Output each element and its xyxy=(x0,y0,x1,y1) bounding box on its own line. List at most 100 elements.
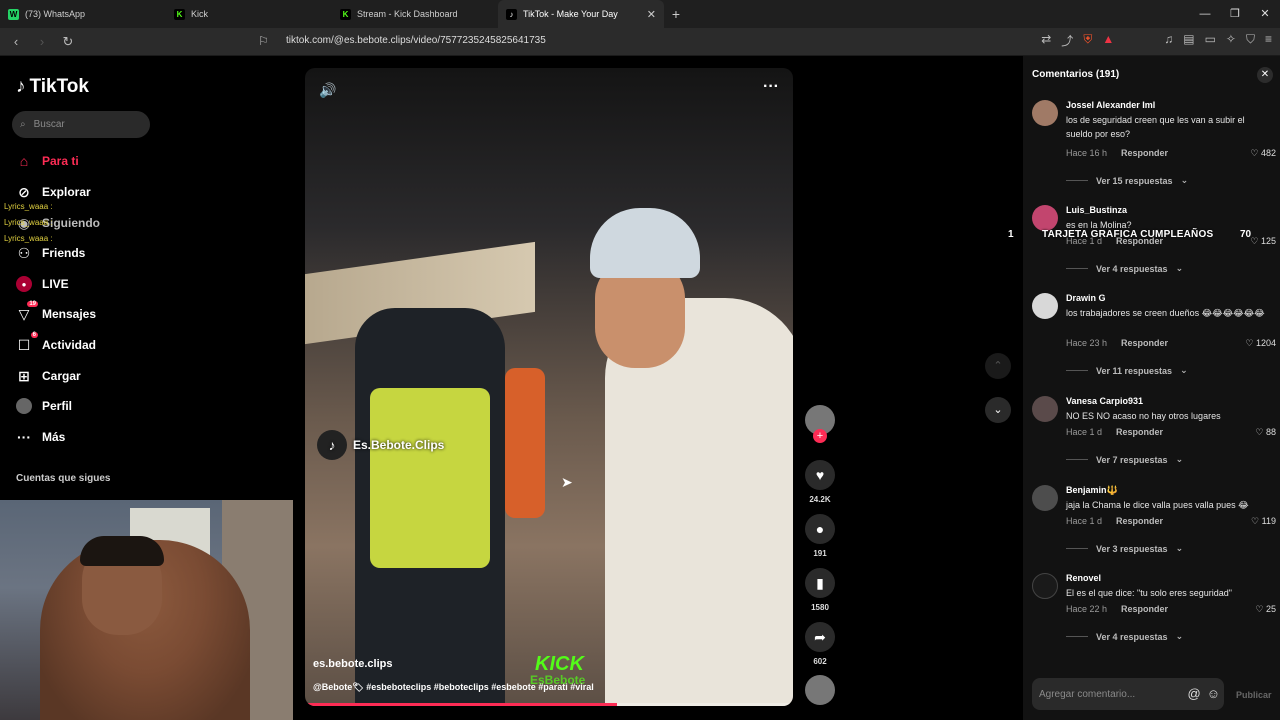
like-button[interactable]: ♥ 24.2K xyxy=(804,460,836,504)
follow-plus-icon[interactable]: + xyxy=(813,429,827,443)
tab-tiktok[interactable]: ♪ TikTok - Make Your Day ✕ xyxy=(498,0,664,28)
bookmark-icon[interactable]: ⚐ xyxy=(258,34,269,48)
video-author[interactable]: es.bebote.clips xyxy=(313,658,392,670)
search-input[interactable] xyxy=(33,119,134,130)
sidebar-item-para-ti[interactable]: ⌂ Para ti xyxy=(16,153,79,169)
sidebar-item-live[interactable]: ● LIVE xyxy=(16,276,69,292)
post-comment-button[interactable]: Publicar xyxy=(1236,690,1272,700)
close-icon[interactable]: ✕ xyxy=(1257,67,1273,83)
sidebar-item-label: LIVE xyxy=(42,277,69,291)
emoji-icon[interactable]: ☺ xyxy=(1207,686,1220,701)
reply-button[interactable]: Responder xyxy=(1121,604,1168,614)
new-tab-button[interactable]: + xyxy=(664,6,688,22)
sidebar-item-perfil[interactable]: Perfil xyxy=(16,398,72,414)
view-replies-button[interactable]: Ver 11 respuestas ⌄ xyxy=(1066,365,1188,376)
tab-whatsapp[interactable]: W (73) WhatsApp xyxy=(0,0,166,28)
rewards-icon[interactable]: ▲ xyxy=(1102,32,1114,49)
sidebar-item-explorar[interactable]: ⊘ Explorar xyxy=(16,184,91,200)
comment-username[interactable]: Renovel xyxy=(1066,573,1101,583)
video-scene-worker xyxy=(505,368,545,518)
avatar[interactable] xyxy=(1032,396,1058,422)
comment-like-button[interactable]: ♡ 482 xyxy=(1250,148,1276,159)
tiktok-icon: ♪ xyxy=(506,8,517,20)
divider xyxy=(1066,636,1088,637)
video-progress-bar[interactable] xyxy=(305,703,793,706)
close-window-icon[interactable]: ✕ xyxy=(1250,0,1280,28)
comment-input[interactable] xyxy=(1039,688,1179,700)
comment-username[interactable]: Luis_Bustinza xyxy=(1066,205,1127,215)
view-replies-button[interactable]: Ver 4 respuestas ⌄ xyxy=(1066,263,1183,274)
sidebar-item-cargar[interactable]: ⊞ Cargar xyxy=(16,368,81,384)
comment-like-button[interactable]: ♡ 88 xyxy=(1255,427,1276,438)
comment-button[interactable]: ● 191 xyxy=(804,514,836,558)
brave-shield-icon[interactable]: ⛨ xyxy=(1083,32,1092,49)
avatar[interactable] xyxy=(1032,100,1058,126)
tab-kick-dashboard[interactable]: K Stream - Kick Dashboard xyxy=(332,0,498,28)
watermark-text: Es.Bebote.Clips xyxy=(353,438,445,452)
comment-username[interactable]: Benjamin🔱 xyxy=(1066,485,1118,496)
sidebar-item-mas[interactable]: ··· Más xyxy=(16,429,65,445)
sidebar-item-mensajes[interactable]: ▽ 19 Mensajes xyxy=(16,301,96,322)
comment-like-button[interactable]: ♡ 119 xyxy=(1251,516,1276,527)
reply-button[interactable]: Responder xyxy=(1116,427,1163,437)
tiktok-logo[interactable]: ♪ TikTok xyxy=(16,76,89,98)
avatar[interactable] xyxy=(1032,573,1058,599)
translate-icon[interactable]: ⇄ xyxy=(1041,32,1051,49)
reply-button[interactable]: Responder xyxy=(1121,148,1168,158)
sidebar-item-actividad[interactable]: ☐ 6 Actividad xyxy=(16,332,96,353)
creator-avatar-button[interactable]: + xyxy=(804,405,836,443)
previous-video-button[interactable]: ⌃ xyxy=(985,353,1011,379)
video-scene-vest xyxy=(370,388,490,568)
share-count: 602 xyxy=(813,657,827,666)
vpn-icon[interactable]: ⛉ xyxy=(1246,32,1255,49)
messages-icon: ▽ 19 xyxy=(18,301,38,322)
comment-like-button[interactable]: ♡ 25 xyxy=(1255,604,1276,615)
avatar[interactable] xyxy=(1032,205,1058,231)
search-bar[interactable]: ⌕ xyxy=(12,111,150,138)
view-replies-button[interactable]: Ver 15 respuestas ⌄ xyxy=(1066,175,1188,186)
avatar[interactable] xyxy=(1032,485,1058,511)
wallet-icon[interactable]: ▭ xyxy=(1205,32,1216,49)
view-replies-label: Ver 7 respuestas xyxy=(1096,454,1168,465)
close-tab-icon[interactable]: ✕ xyxy=(647,8,656,21)
view-replies-label: Ver 4 respuestas xyxy=(1096,631,1168,642)
comment-username[interactable]: Jossel Alexander Iml xyxy=(1066,100,1155,110)
chevron-down-icon: ⌄ xyxy=(1175,454,1184,464)
comment-username[interactable]: Drawin G xyxy=(1066,293,1106,303)
volume-icon[interactable]: 🔊 xyxy=(319,82,336,99)
avatar[interactable] xyxy=(1032,293,1058,319)
more-options-icon[interactable]: ··· xyxy=(763,78,779,96)
messages-badge: 19 xyxy=(27,301,38,307)
sidebar-item-friends[interactable]: ⚇ Friends xyxy=(16,245,86,261)
restore-icon[interactable]: ❐ xyxy=(1220,0,1250,28)
share-button[interactable]: ➦ 602 xyxy=(804,622,836,666)
comment-meta: Hace 22 h Responder xyxy=(1066,604,1168,614)
tab-kick[interactable]: K Kick xyxy=(166,0,332,28)
share-icon[interactable]: ⤴ xyxy=(1061,32,1073,49)
video-player[interactable]: 🔊 ··· ♪ Es.Bebote.Clips KICK EsBebote es… xyxy=(305,68,793,706)
media-icon[interactable]: ♫ xyxy=(1164,32,1173,49)
mention-icon[interactable]: @ xyxy=(1188,686,1201,701)
next-video-button[interactable]: ⌄ xyxy=(985,397,1011,423)
comment-input-box[interactable]: @ ☺ xyxy=(1032,678,1224,710)
forward-icon[interactable]: › xyxy=(32,34,52,49)
reload-icon[interactable]: ↻ xyxy=(58,34,78,50)
view-replies-button[interactable]: Ver 3 respuestas ⌄ xyxy=(1066,543,1183,554)
comment-like-button[interactable]: ♡ 125 xyxy=(1250,236,1276,247)
comment-like-button[interactable]: ♡ 1204 xyxy=(1245,338,1276,349)
view-replies-label: Ver 11 respuestas xyxy=(1096,365,1173,376)
reply-button[interactable]: Responder xyxy=(1116,516,1163,526)
view-replies-button[interactable]: Ver 7 respuestas ⌄ xyxy=(1066,454,1183,465)
leo-icon[interactable]: ✧ xyxy=(1226,32,1236,49)
sound-avatar-button[interactable] xyxy=(804,675,836,705)
view-replies-button[interactable]: Ver 4 respuestas ⌄ xyxy=(1066,631,1183,642)
comment-username[interactable]: Vanesa Carpio931 xyxy=(1066,396,1143,406)
back-icon[interactable]: ‹ xyxy=(6,34,26,49)
sidebar-toggle-icon[interactable]: ▤ xyxy=(1183,32,1194,49)
reply-button[interactable]: Responder xyxy=(1121,338,1168,348)
address-bar[interactable]: tiktok.com/@es.bebote.clips/video/757723… xyxy=(286,35,546,46)
save-count: 1580 xyxy=(811,603,829,612)
menu-icon[interactable]: ≡ xyxy=(1265,32,1272,49)
minimize-icon[interactable]: — xyxy=(1190,0,1220,28)
save-button[interactable]: ▮ 1580 xyxy=(804,568,836,612)
